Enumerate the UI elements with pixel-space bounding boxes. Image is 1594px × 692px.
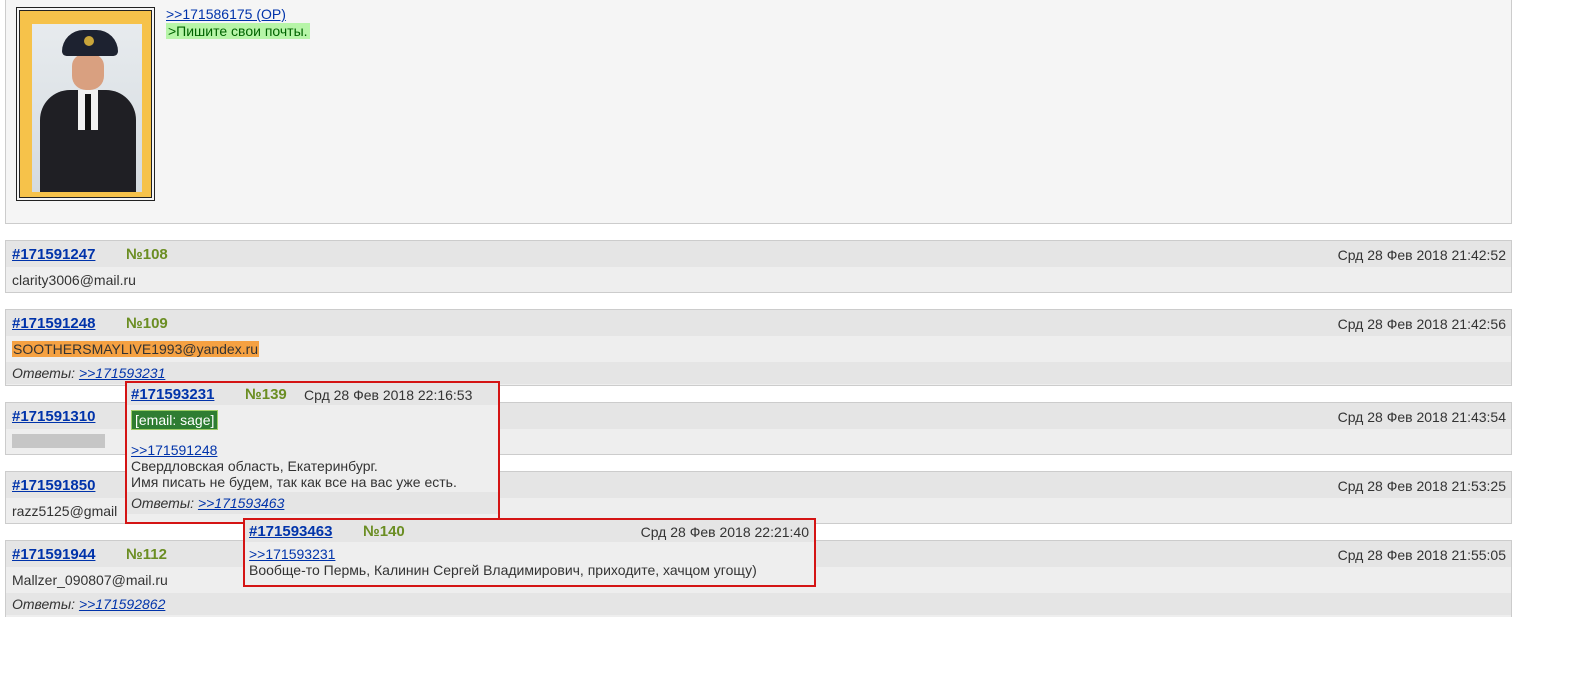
popup-message: >>171591248 Свердловская область, Екатер… [127, 430, 498, 490]
reply-link[interactable]: >>171593231 [79, 365, 165, 381]
photo-cap-badge [84, 36, 94, 46]
post-id-link[interactable]: #171591248 [12, 315, 95, 332]
email-row: [email: sage] [127, 405, 498, 430]
quote-text: >Пишите свои почты. [166, 23, 310, 39]
message-line: Имя писать не будем, так как все на вас … [131, 474, 457, 490]
replies-bar: Ответы: >>171593463 [127, 492, 498, 514]
photo-tie [85, 94, 91, 130]
popup-reply-link[interactable]: >>171593231 [249, 546, 335, 562]
post-id-link[interactable]: #171591850 [12, 477, 95, 494]
post-number[interactable]: №140 [363, 523, 405, 540]
reply-link[interactable]: >>171593463 [198, 495, 284, 511]
post-date: Срд 28 Фев 2018 21:42:56 [1337, 316, 1506, 332]
post-date: Срд 28 Фев 2018 21:55:05 [1337, 547, 1506, 563]
post-id-link[interactable]: #171591944 [12, 546, 95, 563]
post-id-link[interactable]: #171591247 [12, 246, 95, 263]
popup-reply-link[interactable]: >>171591248 [131, 442, 217, 458]
post-with-image: >>171586175 (OP) >Пишите свои почты. [5, 0, 1512, 224]
post-171591247: #171591247 №108 Срд 28 Фев 2018 21:42:52… [5, 240, 1512, 293]
post-date: Срд 28 Фев 2018 22:16:53 [304, 387, 473, 403]
reply-link[interactable]: >>171592862 [79, 596, 165, 612]
post-id-link[interactable]: #171591310 [12, 408, 95, 425]
post-header: #171591248 №109 Срд 28 Фев 2018 21:42:56 [6, 310, 1511, 336]
replies-label: Ответы: [12, 596, 76, 612]
replies-bar: Ответы: >>171592862 [6, 593, 1511, 615]
op-reply-link[interactable]: >>171586175 (OP) [166, 6, 286, 22]
popup-header: #171593231 №139 Срд 28 Фев 2018 22:16:53 [127, 383, 498, 405]
email-sage-tag: [email: sage] [131, 410, 219, 430]
post-date: Срд 28 Фев 2018 22:21:40 [640, 524, 809, 540]
post-number[interactable]: №108 [126, 246, 168, 263]
message-line: Вообще-то Пермь, Калинин Сергей Владимир… [249, 562, 757, 578]
post-number[interactable]: №112 [126, 546, 167, 563]
redacted-text [12, 434, 105, 448]
message-line: Свердловская область, Екатеринбург. [131, 458, 378, 474]
post-id-link[interactable]: #171593463 [249, 523, 332, 540]
officer-photo [32, 24, 142, 192]
post-date: Срд 28 Фев 2018 21:43:54 [1337, 409, 1506, 425]
post-preview-popup-171593463: #171593463 №140 Срд 28 Фев 2018 22:21:40… [243, 518, 816, 587]
post-171591248: #171591248 №109 Срд 28 Фев 2018 21:42:56… [5, 309, 1512, 386]
post-number[interactable]: №109 [126, 315, 168, 332]
post-body: clarity3006@mail.ru [12, 272, 136, 288]
post-message: >>171586175 (OP) >Пишите свои почты. [166, 6, 310, 40]
post-preview-popup-171593231: #171593231 №139 Срд 28 Фев 2018 22:16:53… [125, 381, 500, 524]
photo-face [72, 54, 104, 90]
post-number[interactable]: №139 [245, 386, 287, 403]
image-frame [19, 10, 152, 198]
popup-header: #171593463 №140 Срд 28 Фев 2018 22:21:40 [245, 520, 814, 542]
post-image[interactable] [16, 7, 155, 201]
email-highlight: SOOTHERSMAYLIVE1993@yandex.ru [12, 341, 260, 357]
popup-message: >>171593231 Вообще-то Пермь, Калинин Сер… [245, 542, 814, 578]
replies-label: Ответы: [131, 495, 195, 511]
post-id-link[interactable]: #171593231 [131, 386, 214, 403]
post-body: SOOTHERSMAYLIVE1993@yandex.ru [6, 336, 1511, 362]
post-header: #171591247 №108 Срд 28 Фев 2018 21:42:52 [6, 241, 1511, 267]
replies-label: Ответы: [12, 365, 76, 381]
post-date: Срд 28 Фев 2018 21:53:25 [1337, 478, 1506, 494]
post-date: Срд 28 Фев 2018 21:42:52 [1337, 247, 1506, 263]
